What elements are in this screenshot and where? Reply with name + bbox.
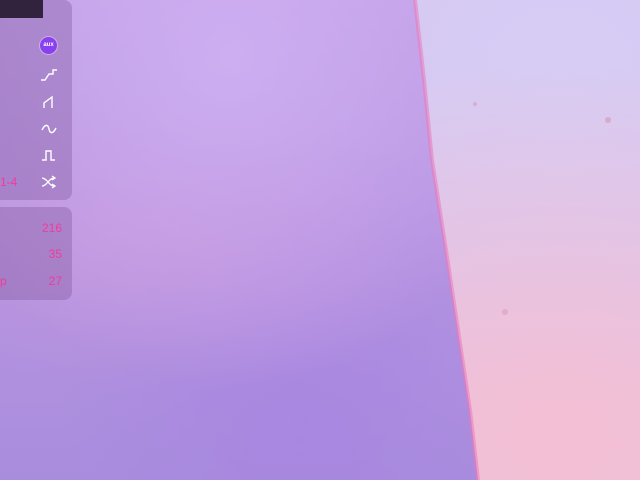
ramp-step-icon[interactable] [40,68,58,82]
square-wave-icon[interactable] [40,148,58,162]
sine-wave-icon[interactable] [40,122,58,136]
stat-value: 27 [48,274,62,288]
aux-badge[interactable]: aux [40,37,57,54]
stat-value: 35 [48,247,62,261]
range-label: 1-4 [0,175,18,189]
stat-value: 216 [41,221,62,235]
tool-panel: aux 1-4 [0,0,72,200]
stats-panel: 216 35 p 27 [0,207,72,300]
shuffle-icon[interactable] [40,175,58,189]
sawtooth-icon[interactable] [40,95,58,109]
